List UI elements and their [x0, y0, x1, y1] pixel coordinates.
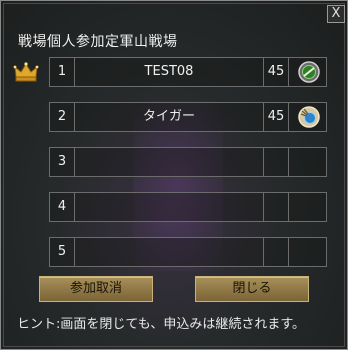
entry-row-3: 3 [49, 147, 327, 177]
battlefield-entry-window: X 戦場個人参加定軍山戦場 1 TEST08 45 2 タイガー 45 3 4 … [0, 0, 348, 350]
entry-name [75, 238, 264, 266]
entry-row-1: 1 TEST08 45 [49, 57, 327, 87]
green-emblem-icon [298, 61, 320, 83]
window-title: 戦場個人参加定軍山戦場 [18, 34, 178, 50]
entry-row-4: 4 [49, 192, 327, 222]
entry-level [264, 238, 289, 266]
entry-level: 45 [264, 58, 289, 86]
entry-row-2: 2 タイガー 45 [49, 102, 327, 132]
entry-emblem [289, 238, 326, 266]
entry-rank: 4 [50, 193, 75, 221]
entry-rank: 2 [50, 103, 75, 131]
entry-rank: 3 [50, 148, 75, 176]
entry-rank: 1 [50, 58, 75, 86]
entry-level: 45 [264, 103, 289, 131]
entry-name [75, 193, 264, 221]
entry-name [75, 148, 264, 176]
cancel-entry-button[interactable]: 参加取消 [39, 276, 153, 302]
close-window-button[interactable]: X [327, 5, 345, 23]
crown-icon [13, 62, 39, 82]
entry-rank: 5 [50, 238, 75, 266]
entry-emblem [289, 58, 326, 86]
entry-emblem [289, 148, 326, 176]
entry-emblem [289, 193, 326, 221]
entry-level [264, 193, 289, 221]
entry-level [264, 148, 289, 176]
entry-name: TEST08 [75, 58, 264, 86]
blue-emblem-icon [298, 106, 320, 128]
close-button[interactable]: 閉じる [195, 276, 309, 302]
entry-name: タイガー [75, 103, 264, 131]
entry-emblem [289, 103, 326, 131]
entry-row-5: 5 [49, 237, 327, 267]
hint-text: ヒント:画面を閉じても、申込みは継続されます。 [17, 317, 306, 332]
